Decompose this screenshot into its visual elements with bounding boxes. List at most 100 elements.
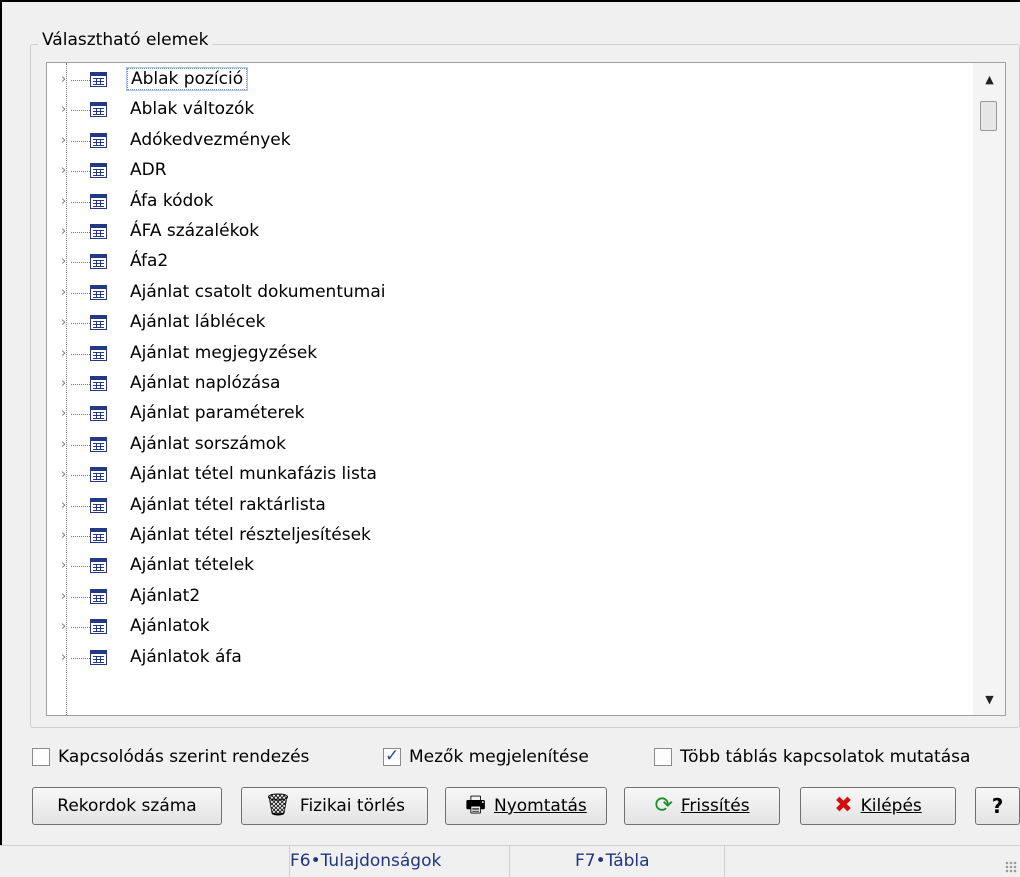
tree-item[interactable]: › Ajánlat csatolt dokumentumai bbox=[47, 278, 967, 308]
tree-connector bbox=[71, 323, 90, 325]
table-icon bbox=[90, 649, 107, 665]
f7-table-shortcut[interactable]: F7•Tábla bbox=[575, 851, 650, 871]
tree-item[interactable]: › Ablak változók bbox=[47, 95, 967, 125]
table-icon bbox=[90, 467, 107, 483]
tree-item-label: Ajánlat tételek bbox=[130, 555, 255, 576]
tree-connector bbox=[71, 596, 90, 598]
tree-item[interactable]: › Ajánlat megjegyzések bbox=[47, 339, 967, 369]
f6-properties-shortcut[interactable]: F6•Tulajdonságok bbox=[290, 851, 441, 871]
checkbox-icon[interactable] bbox=[654, 748, 672, 766]
button-label: Frissítés bbox=[680, 796, 750, 816]
multi-table-relations-checkbox[interactable]: Több táblás kapcsolatok mutatása bbox=[654, 747, 970, 767]
tree-item[interactable]: › Ajánlat naplózása bbox=[47, 369, 967, 399]
window-top-border bbox=[0, 0, 1020, 2]
tree-item-label: Ajánlatok bbox=[130, 616, 210, 637]
scroll-down-arrow-icon[interactable]: ▼ bbox=[973, 685, 1005, 715]
tree-item[interactable]: › Ajánlat tételek bbox=[47, 551, 967, 581]
resize-grip-icon[interactable] bbox=[1005, 861, 1017, 873]
exit-button[interactable]: ✖ Kilépés bbox=[800, 787, 956, 825]
tree-item[interactable]: › Ablak pozíció bbox=[47, 65, 967, 95]
tree-item-label: ADR bbox=[130, 160, 167, 181]
table-icon bbox=[90, 193, 107, 209]
tree-item-label: Ajánlat2 bbox=[130, 585, 201, 606]
sort-by-relation-checkbox[interactable]: Kapcsolódás szerint rendezés bbox=[32, 747, 309, 767]
tree-connector bbox=[71, 657, 90, 659]
tree-connector bbox=[71, 140, 90, 142]
tree-item[interactable]: › Ajánlat sorszámok bbox=[47, 430, 967, 460]
tree-connector bbox=[71, 232, 90, 233]
button-label: Rekordok száma bbox=[57, 796, 197, 816]
button-label: ? bbox=[991, 794, 1004, 818]
tree-item-label: Ajánlat megjegyzések bbox=[130, 342, 318, 363]
tree-item-label: Áfa kódok bbox=[130, 190, 214, 211]
tree-item-label: Áfa2 bbox=[130, 251, 169, 272]
checkbox-label: Mezők megjelenítése bbox=[409, 747, 589, 767]
tree-item-label: Ajánlat tétel raktárlista bbox=[130, 494, 326, 515]
physical-delete-button[interactable]: 🗑 Fizikai törlés bbox=[241, 787, 428, 825]
tree-item[interactable]: › Ajánlat tétel raktárlista bbox=[47, 491, 967, 521]
tree-item[interactable]: › Ajánlat paraméterek bbox=[47, 399, 967, 429]
tree-connector bbox=[71, 505, 90, 507]
table-icon bbox=[90, 436, 107, 452]
refresh-button[interactable]: ⟳ Frissítés bbox=[624, 787, 780, 825]
button-label: Nyomtatás bbox=[494, 796, 587, 816]
table-icon bbox=[90, 497, 107, 513]
table-icon bbox=[90, 72, 107, 87]
checkbox-label: Kapcsolódás szerint rendezés bbox=[58, 747, 310, 767]
tree-item-label: Ajánlat tétel részteljesítések bbox=[130, 525, 371, 545]
tree-connector bbox=[71, 444, 90, 446]
tree-item[interactable]: › Ajánlat tétel részteljesítések bbox=[47, 521, 967, 551]
tree-item[interactable]: › Ajánlat2 bbox=[47, 582, 967, 612]
table-icon bbox=[90, 406, 107, 422]
table-icon bbox=[90, 224, 107, 239]
status-cell-f6[interactable]: F6•Tulajdonságok bbox=[290, 846, 510, 877]
tree-item[interactable]: › Ajánlat tétel munkafázis lista bbox=[47, 460, 967, 490]
tree-item[interactable]: › Adókedvezmények bbox=[47, 126, 967, 156]
tree-item-label: Ajánlat naplózása bbox=[130, 373, 281, 393]
checkbox-icon[interactable] bbox=[32, 748, 50, 766]
tree-item[interactable]: › Áfa kódok bbox=[47, 187, 967, 217]
vertical-scrollbar[interactable]: ▲ ▼ bbox=[973, 63, 1005, 715]
status-cell-empty bbox=[0, 846, 290, 877]
dialog-window: Választható elemek › Ablak pozíció › Ablak … bbox=[0, 0, 1020, 877]
tree-item[interactable]: › Ajánlatok áfa bbox=[47, 643, 967, 673]
show-fields-checkbox[interactable]: Mezők megjelenítése bbox=[383, 746, 589, 767]
table-icon bbox=[90, 619, 107, 635]
tree-connector bbox=[71, 110, 90, 112]
tree-item-label: ÁFA százalékok bbox=[130, 221, 260, 241]
tree-item[interactable]: › ÁFA százalékok bbox=[47, 217, 967, 247]
tree-item[interactable]: › ADR bbox=[47, 156, 967, 186]
print-button[interactable]: 🖶 Nyomtatás bbox=[445, 787, 607, 825]
table-icon bbox=[90, 588, 107, 604]
tree-connector bbox=[71, 384, 90, 385]
button-label: Kilépés bbox=[860, 796, 922, 816]
tree-item-label: Ajánlat láblécek bbox=[130, 312, 266, 333]
tree-connector bbox=[71, 292, 90, 294]
checkbox-checked-icon[interactable] bbox=[383, 746, 401, 766]
tree-connector bbox=[71, 536, 90, 537]
button-label: Fizikai törlés bbox=[299, 796, 406, 816]
tree-item-label: Ablak pozíció bbox=[125, 67, 249, 91]
table-icon bbox=[90, 376, 107, 391]
table-icon bbox=[90, 558, 107, 574]
tree-connector bbox=[71, 627, 90, 629]
help-button[interactable]: ? bbox=[975, 787, 1020, 825]
tree-connector bbox=[71, 353, 90, 355]
table-tree-view[interactable]: › Ablak pozíció › Ablak változók › Adókedvezm… bbox=[46, 62, 1006, 716]
refresh-icon: ⟳ bbox=[654, 793, 673, 818]
table-icon bbox=[90, 254, 107, 270]
status-cell-f7[interactable]: F7•Tábla bbox=[510, 846, 725, 877]
tree-item-label: Ajánlatok áfa bbox=[130, 646, 242, 667]
group-title: Választható elemek bbox=[38, 30, 213, 50]
tree-item[interactable]: › Áfa2 bbox=[47, 247, 967, 277]
tree-connector bbox=[71, 80, 90, 81]
tree-item[interactable]: › Ajánlat láblécek bbox=[47, 308, 967, 338]
tree-item-label: Ajánlat paraméterek bbox=[130, 403, 305, 424]
tree-connector bbox=[71, 262, 90, 264]
tree-item[interactable]: › Ajánlatok bbox=[47, 612, 967, 642]
record-count-button[interactable]: Rekordok száma bbox=[32, 787, 222, 825]
tree-connector bbox=[71, 201, 90, 203]
scroll-up-arrow-icon[interactable]: ▲ bbox=[973, 65, 1005, 95]
tree-connector bbox=[71, 566, 90, 568]
scroll-thumb[interactable] bbox=[980, 101, 997, 131]
